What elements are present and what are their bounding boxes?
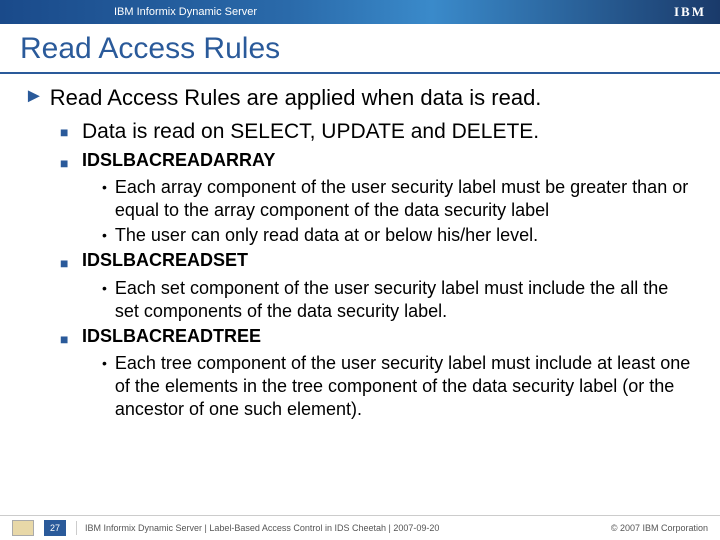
- bullet-icon: •: [102, 227, 107, 243]
- footer-logo-icon: [12, 520, 34, 536]
- header-product-title: IBM Informix Dynamic Server: [114, 6, 257, 18]
- rule-point: • Each tree component of the user securi…: [102, 352, 696, 421]
- bullet-icon: •: [102, 280, 107, 296]
- sub-bullet-intro: ■ Data is read on SELECT, UPDATE and DEL…: [60, 118, 696, 145]
- square-icon: ■: [60, 155, 72, 171]
- rule-point-text: The user can only read data at or below …: [115, 224, 538, 247]
- footer-divider: [76, 521, 77, 535]
- footer-bar: 27 IBM Informix Dynamic Server | Label-B…: [0, 515, 720, 540]
- rule-name: IDSLBACREADARRAY: [82, 149, 275, 172]
- arrow-icon: ►: [24, 84, 44, 108]
- rule-point-text: Each tree component of the user security…: [115, 352, 696, 421]
- rule-point-text: Each array component of the user securit…: [115, 176, 696, 222]
- ibm-logo: IBM: [674, 4, 706, 20]
- rule-point: • Each set component of the user securit…: [102, 277, 696, 323]
- rule-block: ■ IDSLBACREADSET: [60, 249, 696, 272]
- rule-point: • Each array component of the user secur…: [102, 176, 696, 222]
- copyright-text: © 2007 IBM Corporation: [611, 523, 708, 533]
- bullet-icon: •: [102, 355, 107, 371]
- slide-title: Read Access Rules: [0, 24, 720, 72]
- rule-name: IDSLBACREADSET: [82, 249, 248, 272]
- main-bullet: ► Read Access Rules are applied when dat…: [24, 84, 696, 112]
- sub-intro-text: Data is read on SELECT, UPDATE and DELET…: [82, 118, 539, 145]
- slide-content: ► Read Access Rules are applied when dat…: [0, 74, 720, 421]
- rule-name: IDSLBACREADTREE: [82, 325, 261, 348]
- page-number: 27: [44, 520, 66, 536]
- rule-block: ■ IDSLBACREADARRAY: [60, 149, 696, 172]
- rule-point: • The user can only read data at or belo…: [102, 224, 696, 247]
- square-icon: ■: [60, 255, 72, 271]
- square-icon: ■: [60, 124, 72, 140]
- header-bar: IBM Informix Dynamic Server IBM: [0, 0, 720, 24]
- rule-point-text: Each set component of the user security …: [115, 277, 696, 323]
- main-text: Read Access Rules are applied when data …: [50, 84, 542, 112]
- square-icon: ■: [60, 331, 72, 347]
- rule-block: ■ IDSLBACREADTREE: [60, 325, 696, 348]
- bullet-icon: •: [102, 179, 107, 195]
- footer-text: IBM Informix Dynamic Server | Label-Base…: [85, 523, 611, 533]
